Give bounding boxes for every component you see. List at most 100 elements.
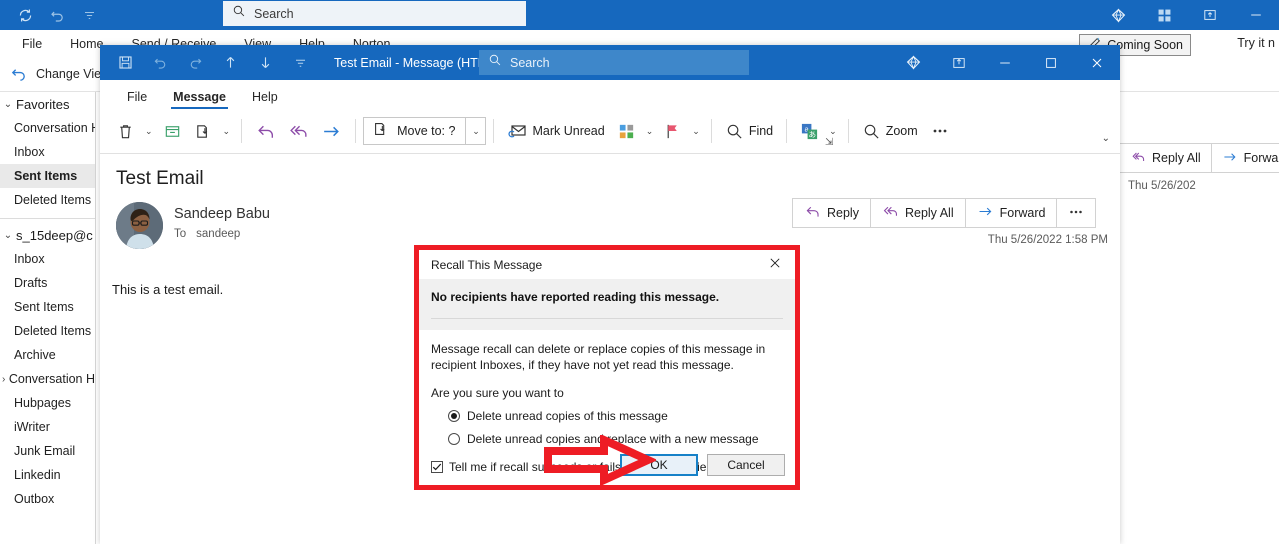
move-to-inner[interactable]: Move to: ? — [364, 118, 465, 144]
reply-button[interactable] — [249, 115, 282, 147]
message-ribbon-tabs: File Message Help — [100, 80, 1120, 109]
zoom-button[interactable]: Zoom — [856, 115, 924, 147]
ribbon-divider — [241, 119, 243, 143]
try-it-now-label[interactable]: Try it n — [1237, 36, 1275, 50]
sidebar-item-hubpages[interactable]: Hubpages — [0, 391, 95, 415]
change-view-icon — [8, 64, 28, 84]
dialog-launcher-icon[interactable]: ⇲ — [825, 137, 833, 148]
delete-caret-icon[interactable]: ⌄ — [141, 126, 157, 137]
categorize-button[interactable] — [611, 115, 642, 147]
move-to-dropdown[interactable]: Move to: ? ⌄ — [363, 117, 487, 145]
checkbox-icon[interactable] — [431, 461, 443, 473]
sidebar-item-deleted-items[interactable]: Deleted Items — [0, 319, 95, 343]
close-icon[interactable] — [1074, 45, 1120, 80]
more-commands-button[interactable] — [924, 115, 956, 147]
move-button[interactable] — [188, 115, 219, 147]
sidebar-item-drafts[interactable]: Drafts — [0, 271, 95, 295]
change-view-label[interactable]: Change Vie — [36, 67, 101, 81]
cancel-button[interactable]: Cancel — [707, 454, 785, 476]
next-item-icon[interactable] — [255, 53, 275, 73]
restore-window-icon[interactable] — [1187, 0, 1233, 30]
diamond-icon[interactable] — [890, 45, 936, 80]
restore-window-icon[interactable] — [936, 45, 982, 80]
reply-all-icon — [1130, 149, 1146, 168]
nav-divider — [0, 218, 95, 219]
move-to-label: Move to: ? — [397, 124, 456, 138]
follow-up-flag-button[interactable] — [657, 115, 688, 147]
previous-item-icon[interactable] — [220, 53, 240, 73]
tab-help[interactable]: Help — [239, 90, 291, 109]
forward-button[interactable] — [315, 115, 348, 147]
diamond-icon[interactable] — [1095, 0, 1141, 30]
sidebar-item-junk-email[interactable]: Junk Email — [0, 439, 95, 463]
radio-option-delete-unread[interactable]: Delete unread copies of this message — [431, 409, 783, 423]
save-icon[interactable] — [115, 53, 135, 73]
zoom-label: Zoom — [885, 124, 918, 138]
minimize-icon[interactable] — [982, 45, 1028, 80]
reading-pane-reply-all-button[interactable]: Reply All — [1119, 143, 1211, 173]
reading-pane-forward-button[interactable]: Forward — [1210, 143, 1279, 173]
forward-button[interactable]: Forward — [964, 198, 1057, 228]
minimize-icon[interactable] — [1233, 0, 1279, 30]
follow-up-caret-icon[interactable]: ⌄ — [688, 126, 704, 137]
collapse-ribbon-icon[interactable]: ⌄ — [1102, 133, 1110, 144]
main-search-box[interactable]: Search — [223, 1, 526, 26]
main-menu-file[interactable]: File — [8, 37, 56, 51]
radio-button-icon[interactable] — [448, 433, 460, 445]
translate-button[interactable]: aあ — [794, 115, 825, 147]
sidebar-item-outbox[interactable]: Outbox — [0, 487, 95, 511]
nav-group-favorites[interactable]: ⌄ Favorites — [0, 92, 95, 116]
reply-all-button[interactable]: Reply All — [869, 198, 965, 228]
translate-caret-icon[interactable]: ⌄ — [825, 126, 841, 137]
nav-item-label: Deleted Items — [14, 324, 92, 338]
customize-qat-icon[interactable] — [80, 6, 98, 24]
sidebar-item-fav-conversation-history[interactable]: Conversation H — [0, 116, 95, 140]
message-search-box[interactable]: Search — [479, 50, 749, 75]
sidebar-item-conversation-history[interactable]: › Conversation H — [0, 367, 95, 391]
customize-qat-icon[interactable] — [290, 53, 310, 73]
more-actions-button[interactable] — [1056, 198, 1097, 228]
move-caret-icon[interactable]: ⌄ — [219, 126, 235, 137]
maximize-icon[interactable] — [1028, 45, 1074, 80]
folder-nav-pane[interactable]: ⌄ Favorites Conversation H Inbox Sent It… — [0, 92, 96, 544]
undo-icon[interactable] — [150, 53, 170, 73]
ribbon-divider — [355, 119, 357, 143]
sidebar-item-inbox[interactable]: Inbox — [0, 247, 95, 271]
nav-group-account-label: s_15deep@c — [16, 227, 93, 243]
sidebar-item-iwriter[interactable]: iWriter — [0, 415, 95, 439]
chevron-down-icon[interactable]: ⌄ — [465, 118, 485, 144]
close-icon[interactable] — [763, 255, 787, 274]
nav-item-label: iWriter — [14, 420, 50, 434]
message-window-title: Test Email - Message (HTML) — [334, 55, 500, 70]
archive-button[interactable] — [157, 115, 188, 147]
message-window-titlebar: Test Email - Message (HTML) Search — [100, 45, 1120, 80]
nav-item-label: Outbox — [14, 492, 55, 506]
sidebar-item-linkedin[interactable]: Linkedin — [0, 463, 95, 487]
nav-item-label: Linkedin — [14, 468, 61, 482]
sidebar-item-sent-items[interactable]: Sent Items — [0, 295, 95, 319]
radio-button-icon[interactable] — [448, 410, 460, 422]
refresh-icon[interactable] — [16, 6, 34, 24]
apps-icon[interactable] — [1141, 0, 1187, 30]
undo-icon[interactable] — [48, 6, 66, 24]
delete-button[interactable] — [110, 115, 141, 147]
find-button[interactable]: Find — [719, 115, 779, 147]
categorize-caret-icon[interactable]: ⌄ — [642, 126, 658, 137]
sidebar-item-archive[interactable]: Archive — [0, 343, 95, 367]
search-icon — [488, 53, 502, 72]
nav-group-account[interactable]: ⌄ s_15deep@c — [0, 223, 95, 247]
tab-message[interactable]: Message — [160, 90, 239, 109]
reply-all-button[interactable] — [282, 115, 315, 147]
chevron-down-icon: ⌄ — [3, 229, 13, 241]
sidebar-item-fav-deleted-items[interactable]: Deleted Items — [0, 188, 95, 212]
reply-button[interactable]: Reply — [792, 198, 870, 228]
tab-file[interactable]: File — [114, 90, 160, 109]
forward-icon — [977, 203, 994, 223]
sidebar-item-fav-sent-items[interactable]: Sent Items — [0, 164, 95, 188]
to-value: sandeep — [196, 228, 241, 240]
mark-unread-button[interactable]: Mark Unread — [501, 115, 610, 147]
sidebar-item-fav-inbox[interactable]: Inbox — [0, 140, 95, 164]
reply-all-icon — [882, 203, 899, 223]
redo-icon[interactable] — [185, 53, 205, 73]
nav-item-label: Conversation H — [14, 121, 96, 135]
